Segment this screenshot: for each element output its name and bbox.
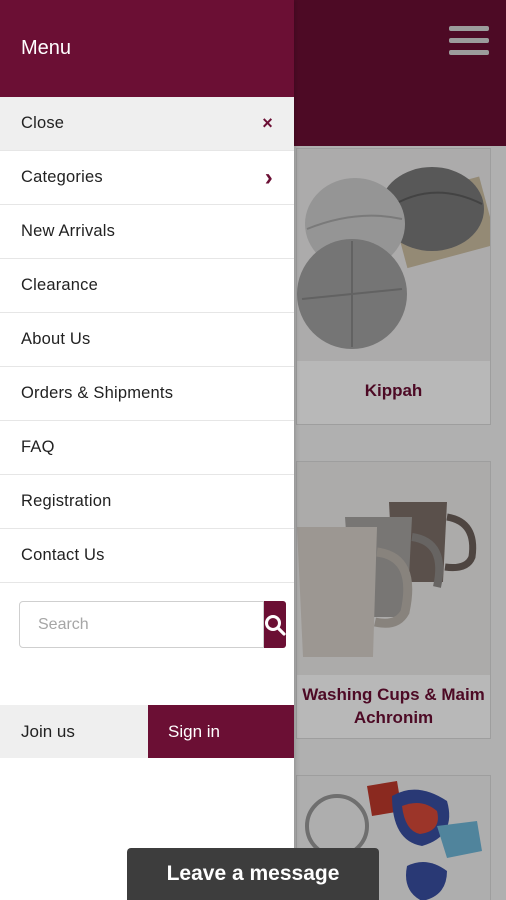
auth-row: Join us Sign in: [0, 705, 294, 758]
drawer-header: Menu: [0, 0, 294, 97]
menu-item-label: Close: [21, 114, 65, 132]
sign-in-button[interactable]: Sign in: [148, 705, 294, 758]
menu-item-faq[interactable]: FAQ: [0, 421, 294, 475]
search-button[interactable]: [264, 601, 286, 648]
close-icon[interactable]: ×: [262, 113, 273, 134]
menu-item-clearance[interactable]: Clearance: [0, 259, 294, 313]
navigation-drawer: Menu Close × Categories › New Arrivals C…: [0, 0, 294, 900]
menu-item-label: Contact Us: [21, 546, 105, 564]
menu-item-registration[interactable]: Registration: [0, 475, 294, 529]
search-bar: [19, 601, 286, 650]
menu-item-close[interactable]: Close ×: [0, 97, 294, 151]
menu-item-new-arrivals[interactable]: New Arrivals: [0, 205, 294, 259]
drawer-title: Menu: [21, 37, 72, 59]
join-us-button[interactable]: Join us: [0, 705, 148, 758]
menu-item-label: Categories: [21, 168, 103, 186]
leave-message-label: Leave a message: [166, 862, 340, 885]
menu-item-label: FAQ: [21, 438, 55, 456]
menu-item-label: About Us: [21, 330, 91, 348]
chevron-right-icon: ›: [264, 163, 273, 191]
menu-list: Close × Categories › New Arrivals Cleara…: [0, 97, 294, 583]
search-icon: [265, 614, 286, 636]
menu-item-categories[interactable]: Categories ›: [0, 151, 294, 205]
menu-item-orders-shipments[interactable]: Orders & Shipments: [0, 367, 294, 421]
menu-item-label: Orders & Shipments: [21, 384, 174, 402]
app-screen: Kippah Washing Cups & Maim Achronim Menu…: [0, 0, 506, 900]
sign-in-label: Sign in: [168, 721, 220, 741]
search-input[interactable]: [19, 601, 264, 648]
menu-item-label: Clearance: [21, 276, 99, 294]
menu-item-label: Registration: [21, 492, 112, 510]
menu-item-label: New Arrivals: [21, 222, 116, 240]
join-us-label: Join us: [21, 721, 75, 741]
menu-item-contact-us[interactable]: Contact Us: [0, 529, 294, 583]
leave-message-button[interactable]: Leave a message: [127, 848, 379, 900]
menu-item-about-us[interactable]: About Us: [0, 313, 294, 367]
